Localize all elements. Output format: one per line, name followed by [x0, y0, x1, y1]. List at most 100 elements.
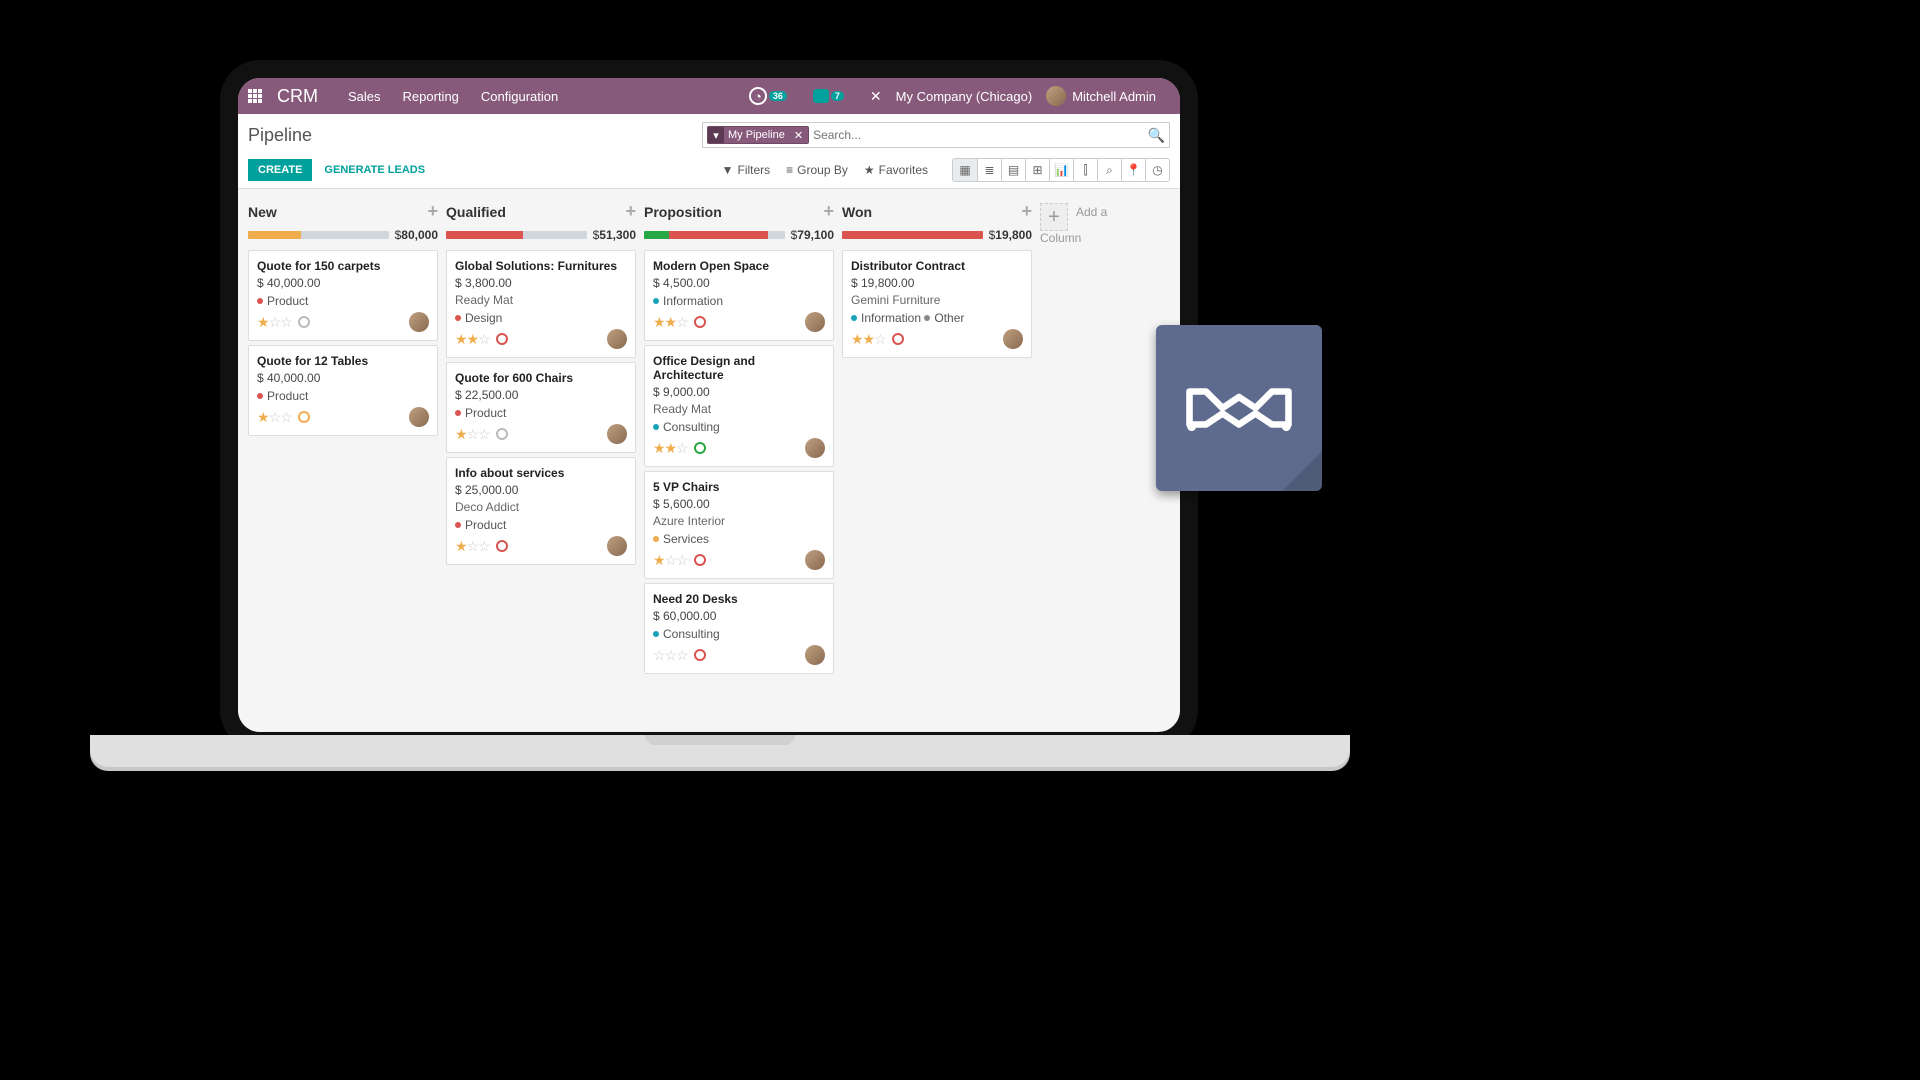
- activity-ring-icon[interactable]: [892, 333, 904, 345]
- kanban-card[interactable]: Info about services$ 25,000.00Deco Addic…: [446, 457, 636, 565]
- card-tags: Information: [653, 293, 825, 308]
- card-tags: Consulting: [653, 626, 825, 641]
- column-total: $79,100: [791, 228, 834, 242]
- search-box[interactable]: ▾ My Pipeline ✕ 🔍: [702, 122, 1170, 148]
- filter-chip[interactable]: ▾ My Pipeline ✕: [707, 126, 809, 144]
- card-amount: $ 4,500.00: [653, 276, 825, 290]
- calendar-view-icon[interactable]: ▤: [1001, 159, 1025, 181]
- map-view-icon[interactable]: 📍: [1121, 159, 1145, 181]
- assignee-avatar[interactable]: [409, 407, 429, 427]
- card-amount: $ 5,600.00: [653, 497, 825, 511]
- add-card-icon[interactable]: +: [823, 201, 834, 222]
- kanban-card[interactable]: 5 VP Chairs$ 5,600.00Azure InteriorServi…: [644, 471, 834, 579]
- priority-stars[interactable]: ★★☆: [455, 331, 490, 348]
- card-title: Info about services: [455, 466, 627, 480]
- dashboard-view-icon[interactable]: ⌕: [1097, 159, 1121, 181]
- filter-chip-label: My Pipeline: [728, 129, 785, 141]
- chat-icon: [813, 89, 829, 103]
- assignee-avatar[interactable]: [805, 438, 825, 458]
- activity-ring-icon[interactable]: [694, 649, 706, 661]
- activity-ring-icon[interactable]: [694, 316, 706, 328]
- activity-view-icon[interactable]: ◷: [1145, 159, 1169, 181]
- nav-sales[interactable]: Sales: [348, 89, 381, 104]
- activity-ring-icon[interactable]: [496, 333, 508, 345]
- nav-configuration[interactable]: Configuration: [481, 89, 558, 104]
- card-tags: Design: [455, 310, 627, 325]
- card-title: Quote for 600 Chairs: [455, 371, 627, 385]
- messages-indicator[interactable]: 7: [813, 89, 856, 103]
- generate-leads-button[interactable]: GENERATE LEADS: [324, 164, 425, 176]
- priority-stars[interactable]: ☆☆☆: [653, 647, 688, 664]
- assignee-avatar[interactable]: [1003, 329, 1023, 349]
- assignee-avatar[interactable]: [607, 536, 627, 556]
- column-progress: [644, 231, 785, 239]
- activity-ring-icon[interactable]: [694, 442, 706, 454]
- tag: Product: [455, 406, 506, 420]
- activity-ring-icon[interactable]: [298, 411, 310, 423]
- kanban-card[interactable]: Global Solutions: Furnitures$ 3,800.00Re…: [446, 250, 636, 358]
- assignee-avatar[interactable]: [607, 329, 627, 349]
- brand-label[interactable]: CRM: [277, 86, 318, 107]
- priority-stars[interactable]: ★☆☆: [653, 552, 688, 569]
- filters-button[interactable]: ▼Filters: [722, 163, 771, 177]
- crm-app-icon: [1156, 325, 1322, 491]
- apps-icon[interactable]: [248, 89, 263, 104]
- column-title: Won: [842, 204, 872, 220]
- activity-ring-icon[interactable]: [694, 554, 706, 566]
- card-amount: $ 3,800.00: [455, 276, 627, 290]
- assignee-avatar[interactable]: [607, 424, 627, 444]
- add-card-icon[interactable]: +: [1021, 201, 1032, 222]
- funnel-icon: ▾: [708, 127, 724, 143]
- groupby-button[interactable]: ≡Group By: [786, 163, 848, 177]
- card-customer: Deco Addict: [455, 500, 627, 514]
- tag: Design: [455, 311, 502, 325]
- activity-indicator[interactable]: ◔36: [749, 87, 799, 105]
- nav-reporting[interactable]: Reporting: [403, 89, 459, 104]
- activity-ring-icon[interactable]: [298, 316, 310, 328]
- assignee-avatar[interactable]: [409, 312, 429, 332]
- add-column[interactable]: +Add a Column: [1040, 199, 1150, 721]
- priority-stars[interactable]: ★★☆: [851, 331, 886, 348]
- card-customer: Gemini Furniture: [851, 293, 1023, 307]
- priority-stars[interactable]: ★☆☆: [257, 409, 292, 426]
- search-icon[interactable]: 🔍: [1148, 127, 1165, 144]
- debug-icon[interactable]: ✕: [870, 88, 882, 105]
- add-card-icon[interactable]: +: [427, 201, 438, 222]
- priority-stars[interactable]: ★★☆: [653, 440, 688, 457]
- card-tags: Product: [455, 517, 627, 532]
- kanban-card[interactable]: Quote for 12 Tables$ 40,000.00Product★☆☆: [248, 345, 438, 436]
- assignee-avatar[interactable]: [805, 645, 825, 665]
- graph-view-icon[interactable]: 📊: [1049, 159, 1073, 181]
- kanban-card[interactable]: Distributor Contract$ 19,800.00Gemini Fu…: [842, 250, 1032, 358]
- search-input[interactable]: [813, 128, 1147, 142]
- assignee-avatar[interactable]: [805, 312, 825, 332]
- column-progress: [248, 231, 389, 239]
- pivot-view-icon[interactable]: ⊞: [1025, 159, 1049, 181]
- cohort-view-icon[interactable]: ⫿: [1073, 159, 1097, 181]
- tag: Consulting: [653, 420, 720, 434]
- company-switcher[interactable]: My Company (Chicago): [896, 89, 1033, 104]
- view-switcher: ▦ ≣ ▤ ⊞ 📊 ⫿ ⌕ 📍 ◷: [952, 158, 1170, 182]
- kanban-card[interactable]: Office Design and Architecture$ 9,000.00…: [644, 345, 834, 467]
- favorites-button[interactable]: ★Favorites: [864, 163, 928, 177]
- kanban-card[interactable]: Modern Open Space$ 4,500.00Information★★…: [644, 250, 834, 341]
- card-title: Quote for 12 Tables: [257, 354, 429, 368]
- priority-stars[interactable]: ★☆☆: [257, 314, 292, 331]
- kanban-card[interactable]: Quote for 150 carpets$ 40,000.00Product★…: [248, 250, 438, 341]
- list-view-icon[interactable]: ≣: [977, 159, 1001, 181]
- user-menu[interactable]: Mitchell Admin: [1046, 86, 1156, 106]
- create-button[interactable]: CREATE: [248, 159, 312, 181]
- kanban-card[interactable]: Quote for 600 Chairs$ 22,500.00Product★☆…: [446, 362, 636, 453]
- tag: Information: [653, 294, 723, 308]
- priority-stars[interactable]: ★★☆: [653, 314, 688, 331]
- priority-stars[interactable]: ★☆☆: [455, 426, 490, 443]
- priority-stars[interactable]: ★☆☆: [455, 538, 490, 555]
- remove-filter-icon[interactable]: ✕: [791, 129, 806, 142]
- kanban-card[interactable]: Need 20 Desks$ 60,000.00Consulting☆☆☆: [644, 583, 834, 674]
- kanban-view-icon[interactable]: ▦: [953, 159, 977, 181]
- activity-ring-icon[interactable]: [496, 540, 508, 552]
- assignee-avatar[interactable]: [805, 550, 825, 570]
- activity-ring-icon[interactable]: [496, 428, 508, 440]
- add-card-icon[interactable]: +: [625, 201, 636, 222]
- column-title: Proposition: [644, 204, 722, 220]
